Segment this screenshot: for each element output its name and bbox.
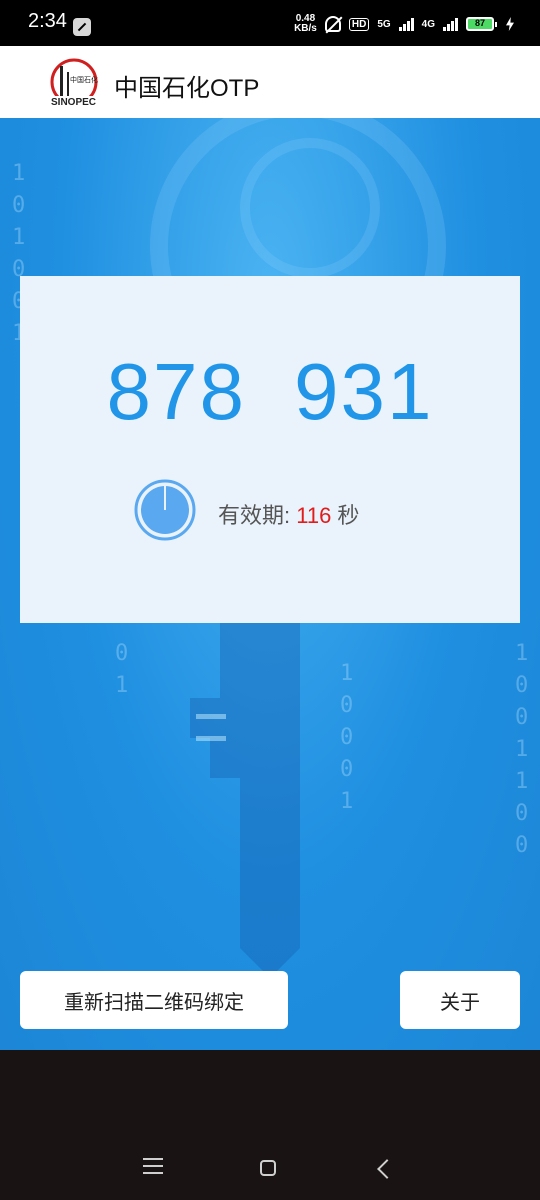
signal-4g-icon xyxy=(443,17,458,31)
muted-bell-icon xyxy=(324,16,341,32)
about-button[interactable]: 关于 xyxy=(400,971,520,1029)
validity-text: 有效期: 116 秒 xyxy=(218,498,359,530)
validity-label: 有效期: xyxy=(218,503,297,528)
svg-text:中国石化: 中国石化 xyxy=(70,75,98,84)
status-bar: 2:34 0.48 KB/s HD 5G 4G 87 xyxy=(0,0,540,46)
wrench-icon xyxy=(73,18,91,36)
charging-bolt-icon xyxy=(506,17,514,31)
otp-code-part2: 931 xyxy=(294,347,434,436)
app-title: 中国石化OTP xyxy=(114,75,260,102)
system-nav-bar xyxy=(0,1140,540,1200)
app-bar: 中国石化 SINOPEC 中国石化OTP xyxy=(0,46,540,118)
network-speed-unit: KB/s xyxy=(294,23,317,34)
back-icon[interactable] xyxy=(377,1159,397,1179)
seconds-unit: 秒 xyxy=(331,503,360,528)
seconds-remaining: 116 xyxy=(296,503,332,528)
signal-5g-icon xyxy=(398,17,414,31)
status-time: 2:34 xyxy=(28,10,67,32)
key-graphic xyxy=(190,618,300,978)
otp-code-part1: 878 xyxy=(106,347,246,436)
home-icon[interactable] xyxy=(260,1160,276,1176)
battery-icon: 87 xyxy=(466,17,497,31)
rescan-qr-bind-button[interactable]: 重新扫描二维码绑定 xyxy=(20,971,288,1029)
battery-level: 87 xyxy=(474,18,485,28)
hd-badge: HD xyxy=(348,17,370,31)
otp-card: 878 931 有效期: 116 秒 xyxy=(20,276,520,623)
decorative-circle xyxy=(240,138,380,278)
svg-text:SINOPEC: SINOPEC xyxy=(51,97,96,108)
sinopec-logo: 中国石化 SINOPEC xyxy=(50,58,98,108)
countdown-timer-icon xyxy=(134,479,196,541)
recent-apps-icon[interactable] xyxy=(143,1158,163,1179)
network-4g-label: 4G xyxy=(421,18,435,30)
network-speed: 0.48 KB/s xyxy=(294,14,317,34)
network-5g-label: 5G xyxy=(377,18,391,30)
status-icons: 0.48 KB/s HD 5G 4G 87 xyxy=(294,14,514,34)
decorative-digits: 0 1 xyxy=(115,641,129,698)
otp-code: 878 931 xyxy=(20,346,520,438)
decorative-digits: 1 0 0 1 1 0 0 xyxy=(515,641,529,858)
